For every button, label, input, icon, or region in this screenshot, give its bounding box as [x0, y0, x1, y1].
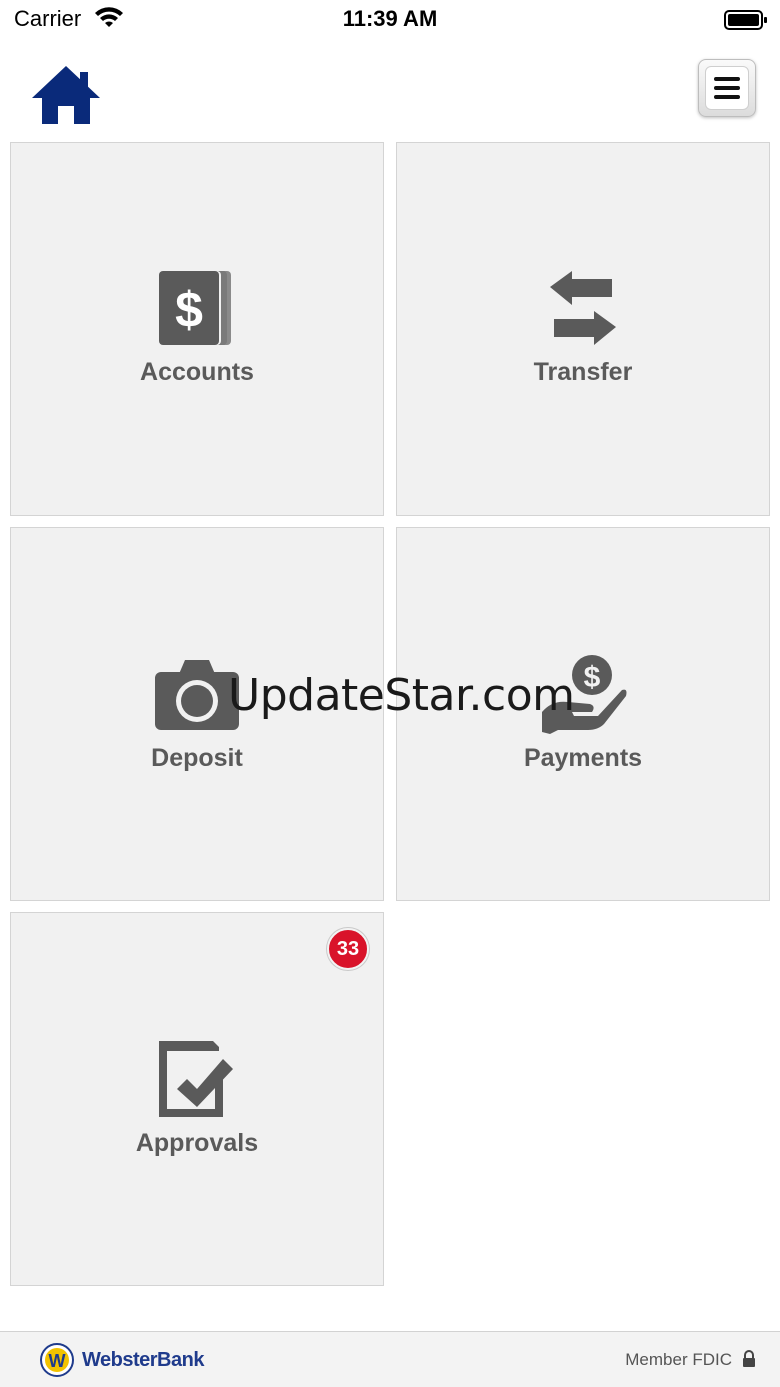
payments-tile[interactable]: $ Payments	[396, 527, 770, 901]
transfer-arrows-icon	[397, 269, 769, 347]
svg-text:$: $	[175, 282, 203, 338]
svg-text:$: $	[584, 661, 601, 694]
status-time: 11:39 AM	[342, 6, 438, 31]
accounts-label: Accounts	[140, 358, 254, 386]
member-fdic-label: Member FDIC	[625, 1350, 732, 1369]
webster-bank-logo[interactable]: W WebsterBank	[40, 1343, 204, 1377]
footer: W WebsterBank Member FDIC	[0, 1331, 780, 1387]
transfer-label: Transfer	[533, 358, 633, 386]
battery-icon	[724, 9, 768, 36]
dollar-cards-icon: $	[11, 269, 383, 347]
hamburger-menu-icon[interactable]	[698, 59, 756, 117]
checkbox-icon	[11, 1039, 383, 1119]
webster-bank-emblem-icon: W	[40, 1343, 74, 1377]
approvals-count-badge: 33	[327, 928, 369, 970]
approvals-tile[interactable]: Approvals 33	[10, 912, 384, 1286]
approvals-label: Approvals	[135, 1129, 259, 1157]
lock-icon	[742, 1350, 756, 1373]
deposit-label: Deposit	[151, 744, 243, 772]
accounts-tile[interactable]: $ Accounts	[10, 142, 384, 516]
home-icon[interactable]	[30, 64, 102, 131]
status-bar: Carrier 11:39 AM	[0, 0, 780, 40]
deposit-tile[interactable]: Deposit	[10, 527, 384, 901]
hand-coin-icon: $	[397, 654, 769, 734]
transfer-tile[interactable]: Transfer	[396, 142, 770, 516]
camera-icon	[11, 658, 383, 730]
svg-text:W: W	[49, 1351, 66, 1371]
brand-name: WebsterBank	[82, 1348, 204, 1371]
payments-label: Payments	[523, 744, 643, 772]
